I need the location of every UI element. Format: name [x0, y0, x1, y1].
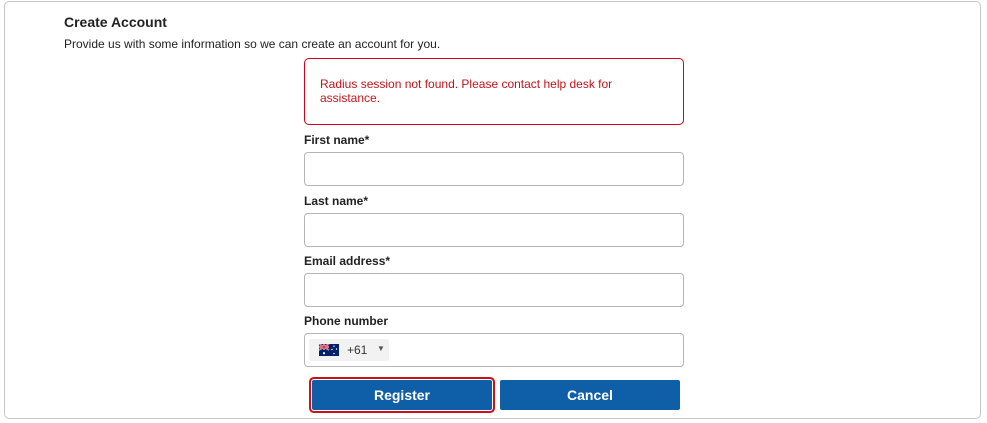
phone-number-field[interactable]	[393, 335, 683, 367]
phone-field-wrapper: +61 ▼	[304, 333, 684, 367]
australia-flag-icon	[319, 344, 339, 356]
email-label: Email address*	[304, 254, 391, 268]
cancel-button[interactable]: Cancel	[500, 380, 680, 410]
create-account-card: Create Account Provide us with some info…	[4, 1, 981, 419]
phone-label: Phone number	[304, 314, 389, 328]
first-name-label: First name*	[304, 133, 370, 147]
email-field[interactable]	[304, 273, 684, 307]
dial-code: +61	[347, 343, 368, 357]
first-name-field[interactable]	[304, 152, 684, 186]
page-title: Create Account	[64, 14, 167, 30]
last-name-label: Last name*	[304, 194, 369, 208]
last-name-field[interactable]	[304, 213, 684, 247]
country-code-selector[interactable]: +61 ▼	[309, 339, 389, 361]
error-message: Radius session not found. Please contact…	[320, 77, 613, 105]
register-button[interactable]: Register	[312, 380, 492, 410]
chevron-down-icon: ▼	[377, 344, 385, 353]
error-alert: Radius session not found. Please contact…	[304, 58, 684, 125]
page-subtitle: Provide us with some information so we c…	[64, 37, 441, 51]
